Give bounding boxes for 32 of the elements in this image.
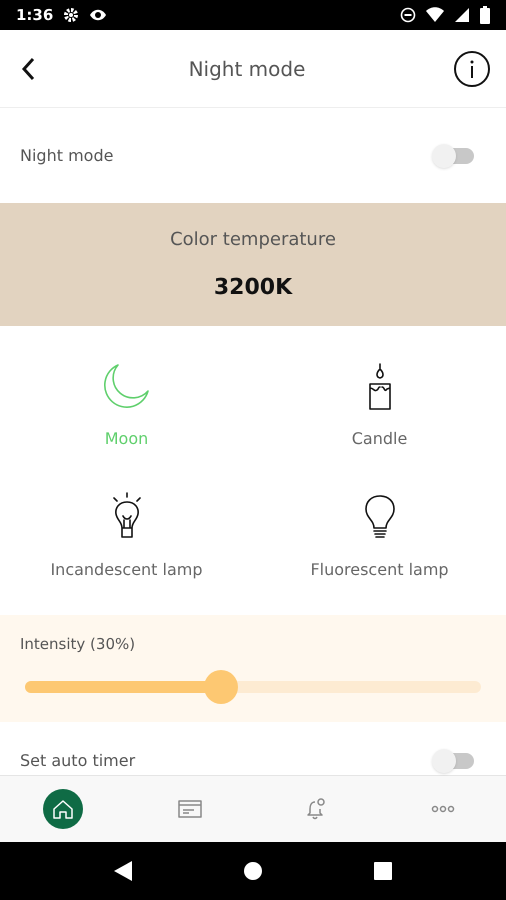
page-title: Night mode bbox=[188, 56, 306, 82]
card-icon bbox=[178, 800, 202, 818]
preset-option[interactable]: Incandescent lamp bbox=[0, 470, 253, 601]
signal-icon bbox=[454, 7, 470, 23]
toggle-switch[interactable] bbox=[432, 749, 476, 773]
bell-icon bbox=[305, 798, 328, 820]
preset-option[interactable]: Fluorescent lamp bbox=[253, 470, 506, 601]
preset-option[interactable]: Candle bbox=[253, 340, 506, 470]
color-temperature-value: 3200K bbox=[214, 274, 292, 302]
battery-icon bbox=[480, 6, 490, 24]
do-not-disturb-icon bbox=[400, 7, 416, 23]
info-icon bbox=[469, 60, 475, 78]
slider-thumb[interactable] bbox=[204, 670, 238, 704]
home-icon bbox=[52, 798, 74, 820]
eye-icon bbox=[89, 8, 108, 22]
setting-label: Set auto timer bbox=[20, 750, 136, 772]
candle-icon bbox=[366, 363, 392, 412]
info-button[interactable] bbox=[454, 50, 490, 86]
wifi-icon bbox=[426, 7, 444, 23]
setting-label: Night mode bbox=[20, 144, 114, 166]
back-nav-icon[interactable] bbox=[113, 860, 133, 882]
back-icon bbox=[21, 56, 35, 80]
status-time: 1:36 bbox=[16, 4, 54, 26]
gear-icon bbox=[63, 7, 80, 23]
more-icon bbox=[430, 805, 455, 813]
nav-tab[interactable] bbox=[43, 789, 84, 829]
recents-nav-icon[interactable] bbox=[373, 861, 393, 881]
intensity-label: Intensity (30%) bbox=[20, 634, 136, 656]
color-temperature-label: Color temperature bbox=[170, 228, 336, 252]
home-nav-icon[interactable] bbox=[243, 861, 263, 881]
toggle-switch[interactable] bbox=[432, 144, 476, 168]
intensity-slider[interactable] bbox=[25, 670, 481, 704]
